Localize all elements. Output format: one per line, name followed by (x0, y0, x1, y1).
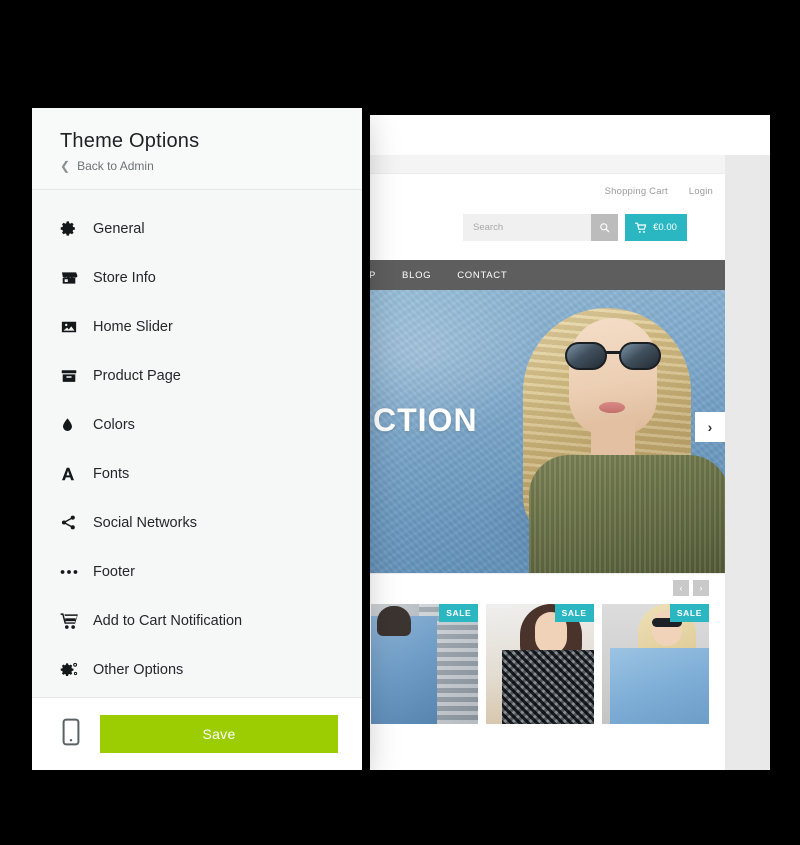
sidebar-item-product-page[interactable]: Product Page (32, 351, 362, 400)
sidebar-item-footer[interactable]: Footer (32, 547, 362, 596)
product-card[interactable]: SALE (601, 604, 709, 724)
sidebar-item-label: Other Options (93, 661, 184, 678)
utility-links: Shopping Cart Login (587, 186, 713, 197)
cart-amount: €0.00 (653, 222, 677, 233)
sidebar-item-label: Product Page (93, 367, 181, 384)
storefront-search-row: Search €0.00 (370, 214, 725, 256)
hero-slider: CTION › (370, 290, 725, 573)
sidebar-item-label: Home Slider (93, 318, 173, 335)
sidebar-item-label: Add to Cart Notification (93, 612, 243, 629)
sidebar-item-add-to-cart-notification[interactable]: Add to Cart Notification (32, 596, 362, 645)
sidebar-item-label: Social Networks (93, 514, 197, 531)
sidebar-item-colors[interactable]: Colors (32, 400, 362, 449)
carousel-next-button[interactable]: › (693, 580, 709, 596)
sidebar-item-general[interactable]: General (32, 204, 362, 253)
store-icon (60, 269, 88, 287)
sidebar-item-label: Colors (93, 416, 135, 433)
carousel-prev-button[interactable]: ‹ (673, 580, 689, 596)
status-badge: SALE (669, 604, 709, 622)
cart-button[interactable]: €0.00 (625, 214, 687, 241)
sidebar-item-label: Store Info (93, 269, 156, 286)
browser-preview-window: Shopping Cart Login Search €0.00 P BLOG … (370, 115, 770, 770)
cart-icon (635, 222, 647, 233)
gears-icon (60, 661, 88, 679)
page-title: Theme Options (60, 130, 200, 152)
search-box[interactable]: Search (463, 214, 618, 241)
theme-options-menu: General Store Info Home Slider Product P… (32, 190, 362, 697)
letter-a-icon (60, 465, 88, 483)
product-grid: SALE SALE SALE (370, 604, 725, 724)
nav-item-shop[interactable]: SHOP (370, 270, 376, 281)
back-to-admin-link[interactable]: ❮ Back to Admin (60, 159, 334, 173)
sidebar-item-social-networks[interactable]: Social Networks (32, 498, 362, 547)
product-card[interactable]: SALE (486, 604, 594, 724)
sidebar-item-label: Fonts (93, 465, 130, 482)
product-carousel-controls: ‹ › (370, 573, 725, 602)
panel-header: Theme Options ❮ Back to Admin (32, 108, 362, 190)
mobile-preview-toggle[interactable] (56, 718, 86, 751)
sidebar-item-store-info[interactable]: Store Info (32, 253, 362, 302)
sidebar-item-label: Footer (93, 563, 135, 580)
magnifier-icon (600, 223, 610, 233)
share-nodes-icon (60, 514, 88, 531)
image-icon (60, 318, 88, 336)
shopping-cart-link[interactable]: Shopping Cart (605, 186, 668, 197)
model-sunglasses (565, 342, 661, 370)
status-badge: SALE (439, 604, 479, 622)
product-card[interactable]: SALE (371, 604, 479, 724)
droplet-icon (60, 416, 88, 433)
chevron-left-icon: ❮ (60, 159, 71, 173)
hero-next-button[interactable]: › (695, 412, 725, 442)
store-preview-viewport: Shopping Cart Login Search €0.00 P BLOG … (370, 155, 770, 770)
gear-icon (60, 220, 88, 237)
storefront-main-nav: HOME SHOP BLOG CONTACT (370, 260, 725, 290)
hero-model-photo (495, 290, 725, 573)
shopping-cart-icon (60, 612, 88, 630)
sidebar-item-home-slider[interactable]: Home Slider (32, 302, 362, 351)
back-to-admin-label: Back to Admin (77, 159, 154, 173)
status-badge: SALE (554, 604, 594, 622)
archive-box-icon (60, 367, 88, 385)
sidebar-item-other-options[interactable]: Other Options (32, 645, 362, 694)
storefront-topbar-strip (370, 155, 725, 174)
login-link[interactable]: Login (689, 186, 713, 197)
mobile-phone-icon (62, 718, 80, 751)
search-input[interactable]: Search (463, 222, 591, 233)
nav-item-blog[interactable]: BLOG (402, 270, 431, 281)
ellipsis-icon (60, 568, 88, 576)
storefront-canvas: Shopping Cart Login Search €0.00 P BLOG … (370, 155, 725, 770)
nav-item-contact[interactable]: CONTACT (457, 270, 507, 281)
sidebar-item-label: General (93, 220, 145, 237)
theme-options-panel: Theme Options ❮ Back to Admin General St… (32, 108, 362, 770)
hero-headline: CTION (373, 402, 478, 438)
search-submit-button[interactable] (591, 214, 618, 241)
storefront-utility-row: Shopping Cart Login (370, 174, 725, 214)
save-button[interactable]: Save (100, 715, 338, 753)
panel-footer: Save (32, 697, 362, 770)
sidebar-item-fonts[interactable]: Fonts (32, 449, 362, 498)
